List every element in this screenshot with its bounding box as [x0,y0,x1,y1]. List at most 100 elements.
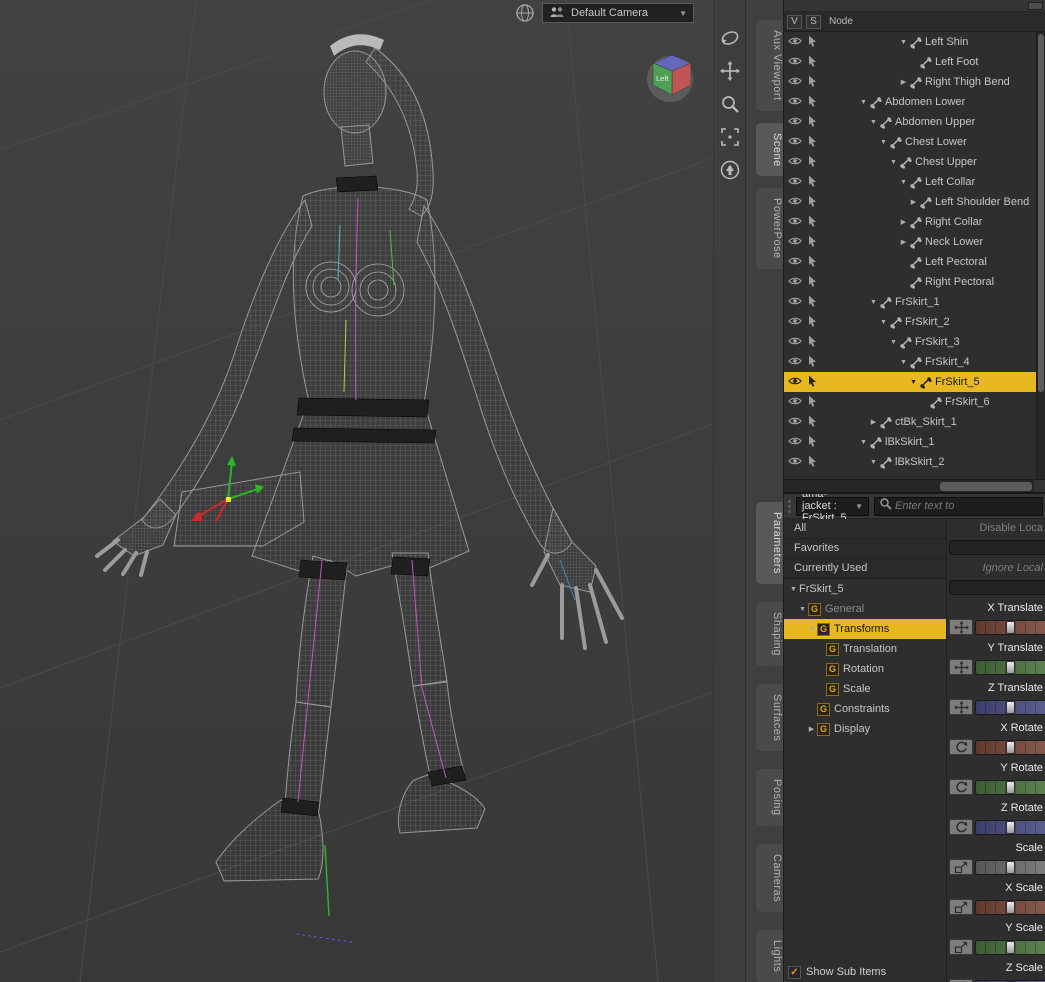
param-slider[interactable] [949,738,1045,756]
visibility-eye-icon[interactable] [788,95,802,110]
expand-arrow-icon[interactable]: ▼ [898,39,909,46]
filter-item-all[interactable]: All [784,519,946,539]
select-cursor-icon[interactable] [807,195,818,210]
node-column-header[interactable]: Node [829,16,853,27]
select-cursor-icon[interactable] [807,215,818,230]
show-sub-items-checkbox[interactable]: ✓ [788,965,801,979]
slider-track[interactable] [975,619,1045,635]
tab-powerpose[interactable]: PowerPose [756,188,783,270]
tab-aux-viewport[interactable]: Aux Viewport [756,20,783,111]
scale-icon[interactable] [949,859,973,875]
select-cursor-icon[interactable] [807,75,818,90]
expand-arrow-icon[interactable]: ▼ [806,626,817,633]
trackball-icon[interactable] [514,2,536,24]
param-slider[interactable] [949,658,1045,676]
scene-node-row-neck-lower[interactable]: ▶ Neck Lower [784,232,1036,252]
scale-icon[interactable] [949,939,973,955]
scene-node-row-left-collar[interactable]: ▼ Left Collar [784,172,1036,192]
expand-arrow-icon[interactable]: ▶ [908,198,919,206]
select-cursor-icon[interactable] [807,55,818,70]
zoom-tool-icon[interactable] [718,92,742,116]
slider-track[interactable] [949,539,1045,555]
slider-thumb[interactable] [1006,740,1015,754]
expand-arrow-icon[interactable]: ▶ [898,238,909,246]
scene-horizontal-scrollbar[interactable] [784,479,1045,492]
slider-thumb[interactable] [1006,660,1015,674]
view-cube[interactable]: Left [643,48,701,111]
visibility-eye-icon[interactable] [788,375,802,390]
select-cursor-icon[interactable] [807,395,818,410]
slider-track[interactable] [975,699,1045,715]
select-cursor-icon[interactable] [807,275,818,290]
visibility-eye-icon[interactable] [788,175,802,190]
param-group-display[interactable]: ▶ G Display [784,719,946,739]
scene-node-row-frskirt-6[interactable]: FrSkirt_6 [784,392,1036,412]
select-cursor-icon[interactable] [807,255,818,270]
select-cursor-icon[interactable] [807,315,818,330]
selection-column-header[interactable]: S [806,14,821,29]
scene-node-row-frskirt-1[interactable]: ▼ FrSkirt_1 [784,292,1036,312]
expand-arrow-icon[interactable]: ▶ [806,725,817,733]
tab-parameters[interactable]: Parameters [756,502,783,584]
scene-node-row-left-foot[interactable]: Left Foot [784,52,1036,72]
scene-node-row-right-pectoral[interactable]: Right Pectoral [784,272,1036,292]
param-group-rotation[interactable]: G Rotation [784,659,946,679]
visibility-eye-icon[interactable] [788,255,802,270]
slider-thumb[interactable] [1006,780,1015,794]
expand-arrow-icon[interactable]: ▼ [878,319,889,326]
expand-arrow-icon[interactable]: ▼ [898,179,909,186]
select-cursor-icon[interactable] [807,235,818,250]
scrollbar-thumb[interactable] [1038,34,1044,392]
frame-tool-icon[interactable] [718,125,742,149]
expand-arrow-icon[interactable]: ▶ [898,78,909,86]
pan-tool-icon[interactable] [718,59,742,83]
tab-posing[interactable]: Posing [756,769,783,826]
select-cursor-icon[interactable] [807,35,818,50]
select-cursor-icon[interactable] [807,115,818,130]
expand-arrow-icon[interactable]: ▼ [898,359,909,366]
expand-arrow-icon[interactable]: ▼ [888,159,899,166]
slider-track[interactable] [975,819,1045,835]
rotate-icon[interactable] [949,819,973,835]
visibility-column-header[interactable]: V [787,14,802,29]
expand-arrow-icon[interactable]: ▼ [868,119,879,126]
scene-node-row-frskirt-4[interactable]: ▼ FrSkirt_4 [784,352,1036,372]
param-slider[interactable] [949,938,1045,956]
visibility-eye-icon[interactable] [788,235,802,250]
pane-menu-button[interactable] [1028,2,1043,10]
expand-arrow-icon[interactable]: ▶ [898,218,909,226]
param-group-frskirt-5[interactable]: ▼ FrSkirt_5 [784,579,946,599]
expand-arrow-icon[interactable]: ▼ [788,586,799,593]
tab-lights[interactable]: Lights [756,929,783,982]
camera-selector[interactable]: Default Camera ▼ [542,3,694,23]
parameter-search-box[interactable] [874,496,1043,516]
slider-thumb[interactable] [1006,940,1015,954]
param-slider[interactable] [949,538,1045,556]
param-group-translation[interactable]: G Translation [784,639,946,659]
select-cursor-icon[interactable] [807,455,818,470]
visibility-eye-icon[interactable] [788,415,802,430]
slider-track[interactable] [975,859,1045,875]
scene-node-row-abdomen-upper[interactable]: ▼ Abdomen Upper [784,112,1036,132]
scene-node-row-frskirt-5[interactable]: ▼ FrSkirt_5 [784,372,1036,392]
param-group-scale[interactable]: G Scale [784,679,946,699]
slider-thumb[interactable] [1006,620,1015,634]
visibility-eye-icon[interactable] [788,275,802,290]
tab-surfaces[interactable]: Surfaces [756,683,783,752]
scrollbar-thumb[interactable] [940,482,1032,491]
visibility-eye-icon[interactable] [788,55,802,70]
home-tool-icon[interactable] [718,158,742,182]
visibility-eye-icon[interactable] [788,135,802,150]
rotate-icon[interactable] [949,739,973,755]
visibility-eye-icon[interactable] [788,395,802,410]
select-cursor-icon[interactable] [807,135,818,150]
tab-scene[interactable]: Scene [756,122,783,177]
scene-node-row-abdomen-lower[interactable]: ▼ Abdomen Lower [784,92,1036,112]
orbit-tool-icon[interactable] [718,26,742,50]
param-slider[interactable] [949,978,1045,982]
visibility-eye-icon[interactable] [788,215,802,230]
scene-node-row-left-pectoral[interactable]: Left Pectoral [784,252,1036,272]
scene-node-row-chest-upper[interactable]: ▼ Chest Upper [784,152,1036,172]
scene-vertical-scrollbar[interactable] [1036,32,1045,479]
expand-arrow-icon[interactable]: ▶ [868,418,879,426]
